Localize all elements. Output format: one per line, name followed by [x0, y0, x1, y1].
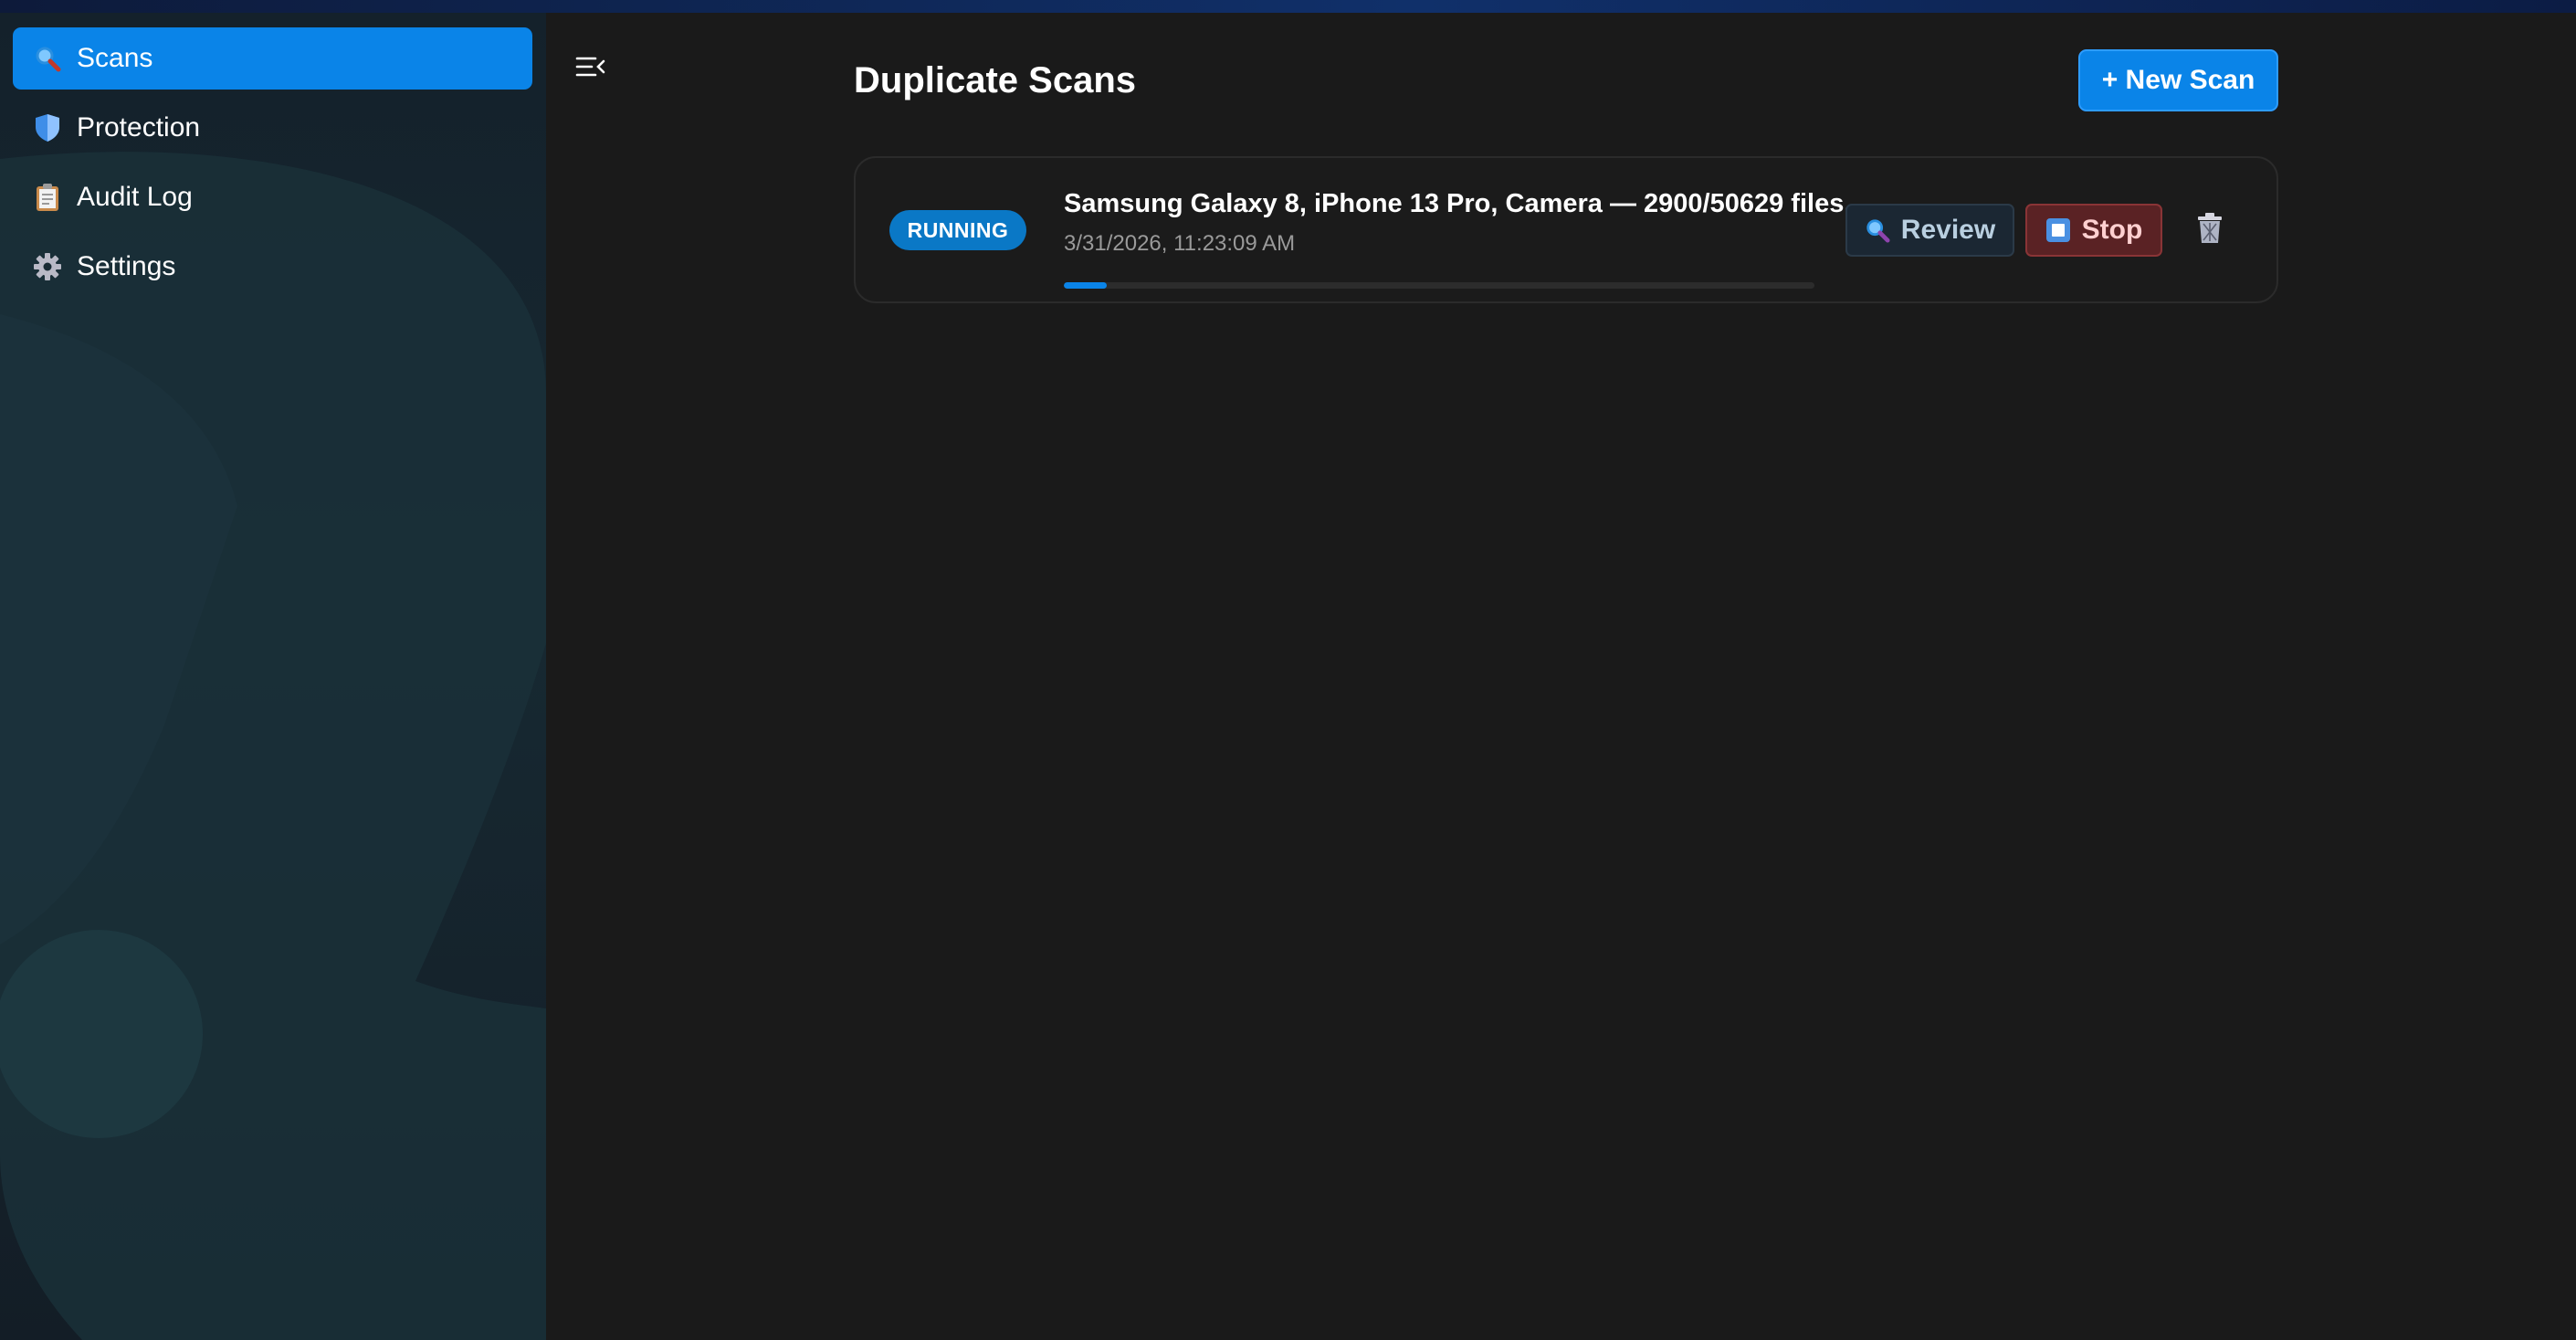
shield-icon: [31, 111, 64, 144]
scan-name: Samsung Galaxy 8, iPhone 13 Pro, Camera …: [1064, 189, 1866, 218]
trash-icon: [2196, 212, 2224, 248]
scan-card: RUNNING Samsung Galaxy 8, iPhone 13 Pro,…: [854, 156, 2278, 303]
new-scan-button[interactable]: + New Scan: [2078, 49, 2278, 111]
review-button[interactable]: Review: [1845, 204, 2014, 257]
stop-button[interactable]: Stop: [2025, 204, 2162, 257]
magnifier-icon: [31, 42, 64, 75]
sidebar-item-label: Protection: [77, 112, 201, 142]
stop-label: Stop: [2081, 215, 2143, 245]
sidebar-item-settings[interactable]: Settings: [13, 236, 532, 298]
collapse-sidebar-icon: [575, 57, 606, 84]
collapse-sidebar-button[interactable]: [575, 53, 606, 84]
page-title: Duplicate Scans: [854, 60, 1137, 100]
gear-icon: [31, 250, 64, 283]
magnifier-icon: [1865, 217, 1890, 243]
sidebar-item-audit-log[interactable]: Audit Log: [13, 166, 532, 228]
sidebar-item-label: Settings: [77, 251, 176, 281]
stop-icon: [2045, 217, 2071, 243]
sidebar-item-protection[interactable]: Protection: [13, 97, 532, 159]
scan-date: 3/31/2026, 11:23:09 AM: [1064, 231, 1296, 256]
delete-scan-button[interactable]: [2193, 212, 2226, 248]
status-badge: RUNNING: [889, 210, 1026, 250]
window-top-edge: [0, 0, 2576, 13]
sidebar: Scans Protection Audit Log Settings: [0, 13, 546, 1340]
clipboard-icon: [31, 181, 64, 214]
review-label: Review: [1900, 215, 1996, 245]
sidebar-nav: Scans Protection Audit Log Settings: [13, 27, 532, 305]
app-window: Scans Protection Audit Log Settings Dupl…: [0, 13, 2576, 1340]
sidebar-item-label: Audit Log: [77, 182, 193, 212]
sidebar-item-scans[interactable]: Scans: [13, 27, 532, 90]
sidebar-item-label: Scans: [77, 43, 153, 73]
scan-progress-fill: [1064, 282, 1107, 289]
scan-progress-bar: [1064, 282, 1814, 289]
